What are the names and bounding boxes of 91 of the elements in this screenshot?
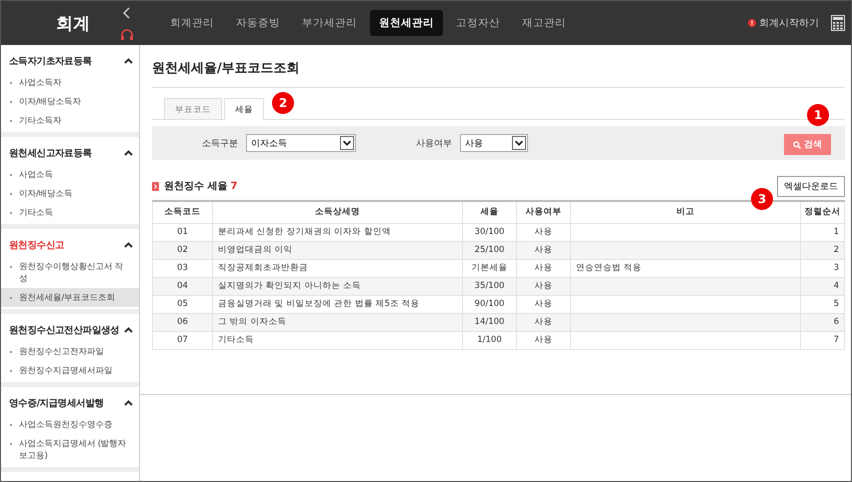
column-header: 소득코드: [152, 201, 212, 223]
table-cell: 5: [800, 295, 844, 313]
table-cell: 사용: [516, 259, 570, 277]
table-cell: 분리과세 신청한 장기채권의 이자와 할인액: [212, 223, 462, 241]
table-cell: 01: [152, 223, 212, 241]
nav-tab[interactable]: 부가세관리: [293, 10, 366, 36]
nav-tab[interactable]: 고정자산: [447, 10, 509, 36]
table-cell: 기본세율: [462, 259, 516, 277]
callout-badge: 3: [751, 188, 773, 210]
tab[interactable]: 세율: [224, 98, 264, 120]
sidebar-item[interactable]: 기타소득자: [1, 111, 139, 130]
table-cell: 6: [800, 313, 844, 331]
section-title: 원천징수 세율 7: [164, 180, 238, 193]
sidebar-item[interactable]: 이자/배당소득: [1, 184, 139, 203]
filter-label: 소득구분: [202, 138, 238, 150]
chevron-up-icon[interactable]: [124, 327, 133, 333]
table-cell: 30/100: [462, 223, 516, 241]
sidebar-item[interactable]: 사업소득자: [1, 73, 139, 92]
sidebar-section-title[interactable]: 소득자기초자료등록: [9, 54, 92, 68]
page-title: 원천세세율/부표코드조회: [152, 55, 845, 88]
table-cell: 7: [800, 331, 844, 349]
table-cell: 그 밖의 이자소득: [212, 313, 462, 331]
sidebar-section-title[interactable]: 영수증/지급명세서발행: [9, 396, 104, 410]
table-cell: 기타소득: [212, 331, 462, 349]
filter-label: 사용여부: [416, 138, 452, 150]
table-cell: 1: [800, 223, 844, 241]
calculator-icon[interactable]: [831, 15, 845, 31]
table-cell: 02: [152, 241, 212, 259]
table-cell: 사용: [516, 223, 570, 241]
table-cell: 1/100: [462, 331, 516, 349]
app-title: 회계: [56, 12, 90, 34]
sidebar-item[interactable]: 원천세세율/부표코드조회: [1, 288, 139, 307]
sidebar-item[interactable]: 원천징수신고전자파일: [1, 342, 139, 361]
callout-badge: 1: [807, 104, 829, 126]
chevron-up-icon[interactable]: [124, 58, 133, 64]
table-cell: 사용: [516, 241, 570, 259]
column-header: 사용여부: [516, 201, 570, 223]
table-cell: 90/100: [462, 295, 516, 313]
table-cell: 사용: [516, 331, 570, 349]
table-cell: 직장공제회초과반환금: [212, 259, 462, 277]
table-cell: 사용: [516, 313, 570, 331]
start-link[interactable]: 회계시작하기: [748, 16, 819, 30]
sidebar-item[interactable]: 이자/배당소득자: [1, 92, 139, 111]
table-cell: 04: [152, 277, 212, 295]
sidebar-section-title[interactable]: 원천징수신고전산파일생성: [9, 324, 120, 336]
sidebar-item[interactable]: 원천징수이행상황신고서 작성: [1, 257, 139, 288]
table-cell: 비영업대금의 이익: [212, 241, 462, 259]
sidebar-item[interactable]: 사업소득지급명세서 (발행자보고용): [1, 434, 139, 465]
info-icon: [748, 19, 756, 27]
sidebar-item[interactable]: 사업소득: [1, 165, 139, 184]
dropdown-icon: [512, 136, 526, 150]
sidebar-item[interactable]: 사업소득원천징수영수증: [1, 415, 139, 434]
table-cell: 25/100: [462, 241, 516, 259]
excel-download-button[interactable]: 엑셀다운로드: [777, 176, 845, 196]
income-type-select[interactable]: 이자소득: [246, 134, 356, 152]
column-header: 정렬순서: [800, 201, 844, 223]
table-cell: 07: [152, 331, 212, 349]
bullet-icon: [152, 182, 159, 190]
nav-tab[interactable]: 원천세관리: [370, 10, 443, 36]
nav-tab[interactable]: 재고관리: [513, 10, 575, 36]
column-header: 소득상세명: [212, 201, 462, 223]
chevron-up-icon[interactable]: [124, 242, 133, 248]
headset-icon[interactable]: [120, 29, 134, 41]
table-cell: 35/100: [462, 277, 516, 295]
dropdown-icon: [340, 136, 354, 150]
table-cell: 실지명의가 확인되지 아니하는 소득: [212, 277, 462, 295]
table-cell: 05: [152, 295, 212, 313]
tab[interactable]: 부표코드: [164, 98, 222, 120]
chevron-up-icon[interactable]: [124, 150, 133, 156]
sidebar-section-title[interactable]: 원천징수신고: [9, 238, 64, 252]
table-cell: 3: [800, 259, 844, 277]
back-icon[interactable]: [123, 7, 131, 19]
table-cell: 2: [800, 241, 844, 259]
table-cell: 4: [800, 277, 844, 295]
sidebar-item[interactable]: 기타소득: [1, 203, 139, 222]
search-icon: [793, 140, 801, 148]
table-cell: 사용: [516, 295, 570, 313]
table-cell: 14/100: [462, 313, 516, 331]
sidebar-item[interactable]: 원천징수지급명세서파일: [1, 361, 139, 380]
table-cell: 사용: [516, 277, 570, 295]
callout-badge: 2: [272, 92, 294, 114]
table-cell: 06: [152, 313, 212, 331]
table-cell: 연승연승법 적용: [570, 259, 800, 277]
nav-tab[interactable]: 자동증빙: [227, 10, 289, 36]
usage-select[interactable]: 사용: [460, 134, 528, 152]
chevron-up-icon[interactable]: [124, 400, 133, 406]
table-cell: 03: [152, 259, 212, 277]
column-header: 세율: [462, 201, 516, 223]
table-cell: 금융실명거래 및 비밀보장에 관한 법률 제5조 적용: [212, 295, 462, 313]
nav-tab[interactable]: 회계관리: [161, 10, 223, 36]
sidebar-section-title[interactable]: 원천세신고자료등록: [9, 146, 92, 160]
